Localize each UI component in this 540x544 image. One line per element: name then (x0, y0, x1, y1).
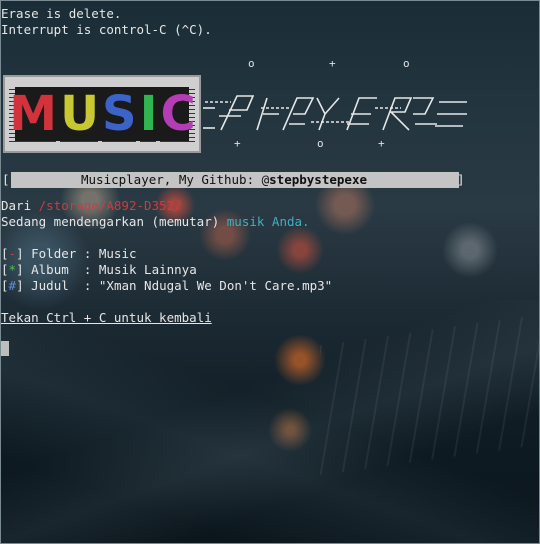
intro-line-1: Erase is delete. (1, 6, 122, 21)
music-logo: M U S I C (3, 75, 201, 153)
folder-sep: : (83, 246, 92, 261)
github-handle[interactable]: stepbystepexe (269, 172, 367, 187)
logo-letter-i: I (139, 86, 157, 142)
banner-prefix: Musicplayer, My Github: @ (81, 172, 270, 187)
player-wordmark-text: player (201, 88, 247, 91)
source-path: /storage/A892-D352/ (38, 198, 182, 213)
listening-line: Sedang mendengarkan (memutar) musik Anda… (1, 214, 310, 230)
title-value: "Xman Ndugal We Don't Care.mp3" (98, 278, 333, 293)
logo-letter-u: U (60, 86, 99, 142)
logo-dot: + (378, 137, 385, 150)
album-mark: * (8, 262, 17, 277)
field-folder: [-] Folder : Music (1, 246, 137, 261)
album-sep: : (83, 262, 92, 277)
logo-dot: + (329, 57, 336, 70)
player-wordmark: player (201, 88, 467, 131)
field-title: [#] Judul : "Xman Ndugal We Don't Care.m… (1, 278, 333, 293)
title-mark: # (8, 278, 17, 293)
logo-letter-c: C (160, 86, 196, 142)
source-line: Dari /storage/A892-D352/ (1, 198, 182, 214)
folder-value: Music (98, 246, 137, 261)
terminal-cursor[interactable] (1, 341, 9, 356)
logo-dot: o (317, 137, 324, 150)
field-album: [*] Album : Musik Lainnya (1, 262, 197, 277)
banner-text: Musicplayer, My Github: @stepbystepexe (81, 172, 367, 188)
listening-prefix: Sedang mendengarkan (memutar) (1, 214, 220, 229)
banner-open-bracket: [ (2, 172, 10, 187)
album-value: Musik Lainnya (98, 262, 197, 277)
title-sep: : (83, 278, 92, 293)
banner-close-bracket: ] (457, 172, 465, 187)
listening-suffix: musik Anda. (226, 214, 310, 229)
logo-letter-s: S (102, 86, 137, 142)
title-banner: [ Musicplayer, My Github: @stepbystepexe… (1, 172, 467, 188)
intro-line-2: Interrupt is control-C (^C). (1, 22, 212, 37)
album-label: Album (31, 262, 69, 277)
folder-label: Folder (31, 246, 77, 261)
title-label: Judul (31, 278, 69, 293)
logo-dot: + (234, 137, 241, 150)
logo-letter-m: M (9, 86, 57, 142)
logo-dot: o (403, 57, 410, 70)
exit-hint: Tekan Ctrl + C untuk kembali (1, 310, 212, 325)
music-logo-panel: M U S I C (9, 86, 196, 142)
source-label: Dari (1, 198, 32, 213)
logo-dot: o (248, 57, 255, 70)
folder-mark: - (8, 246, 17, 261)
